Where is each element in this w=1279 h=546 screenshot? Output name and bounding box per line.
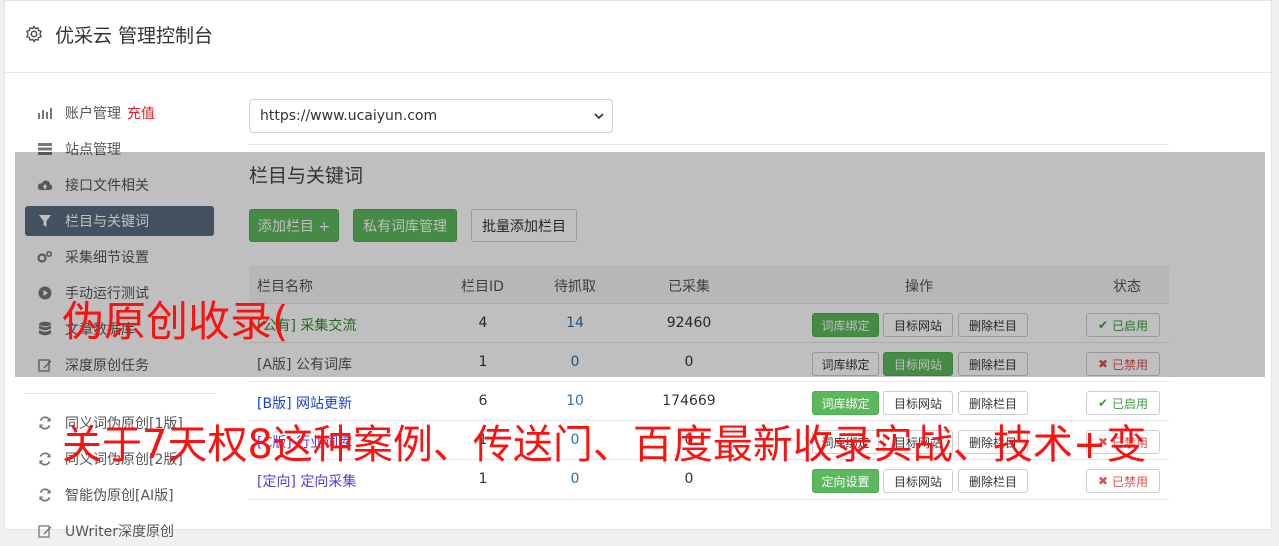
status-label: 已禁用 xyxy=(1111,474,1148,489)
column-name-cell[interactable]: [B版] 网站更新 xyxy=(257,393,352,413)
column-name: 网站更新 xyxy=(295,396,352,412)
collected-count: 0 xyxy=(684,471,694,487)
status-label: 已启用 xyxy=(1111,396,1148,411)
refresh-icon xyxy=(37,487,53,503)
sidebar-item-uwriter[interactable]: UWriter深度原创 xyxy=(25,516,214,546)
site-select[interactable]: https://www.ucaiyun.com xyxy=(249,99,613,133)
sidebar-item-label: UWriter深度原创 xyxy=(65,524,174,540)
check-icon: ✔ xyxy=(1098,396,1109,410)
bar-chart-icon xyxy=(37,105,53,121)
refresh-icon xyxy=(37,451,53,467)
sidebar-item-ai-original[interactable]: 智能伪原创[AI版] xyxy=(25,480,214,510)
page-title: 优采云 管理控制台 xyxy=(55,25,214,47)
refresh-icon xyxy=(37,415,53,431)
status-toggle[interactable]: ✖ 已禁用 xyxy=(1086,469,1160,493)
column-id: 6 xyxy=(478,393,488,409)
pending-count[interactable]: 0 xyxy=(545,471,605,487)
recharge-link[interactable]: 充值 xyxy=(127,103,155,123)
column-name-cell[interactable]: [定向] 定向采集 xyxy=(257,471,356,491)
gear-icon xyxy=(26,25,42,43)
edit-icon xyxy=(37,523,53,539)
sidebar-item-label: 智能伪原创[AI版] xyxy=(65,488,174,504)
collected-count: 174669 xyxy=(662,393,716,409)
sidebar-item-label: 账户管理 xyxy=(65,106,121,122)
chevron-down-icon xyxy=(594,113,604,120)
directional-settings-button[interactable]: 定向设置 xyxy=(812,469,879,493)
sidebar-divider xyxy=(25,393,215,394)
site-select-value: https://www.ucaiyun.com xyxy=(260,108,438,124)
cross-icon: ✖ xyxy=(1098,474,1109,488)
column-tag: [定向] xyxy=(257,474,296,490)
column-name: 定向采集 xyxy=(300,474,357,490)
column-id: 1 xyxy=(478,471,488,487)
pending-count[interactable]: 10 xyxy=(545,393,605,409)
promo-text-line1: 伪原创收录( xyxy=(62,297,289,346)
delete-column-button[interactable]: 删除栏目 xyxy=(958,469,1028,493)
sidebar-item-account[interactable]: 账户管理 充值 xyxy=(25,98,214,128)
header: 优采云 管理控制台 xyxy=(5,1,1271,73)
target-site-button[interactable]: 目标网站 xyxy=(883,469,953,493)
column-tag: [B版] xyxy=(257,396,292,412)
divider xyxy=(249,144,1169,145)
promo-text-line2: 关于7天权8这种案例、传送门、百度最新收录实战、技术+变 xyxy=(62,422,1147,468)
